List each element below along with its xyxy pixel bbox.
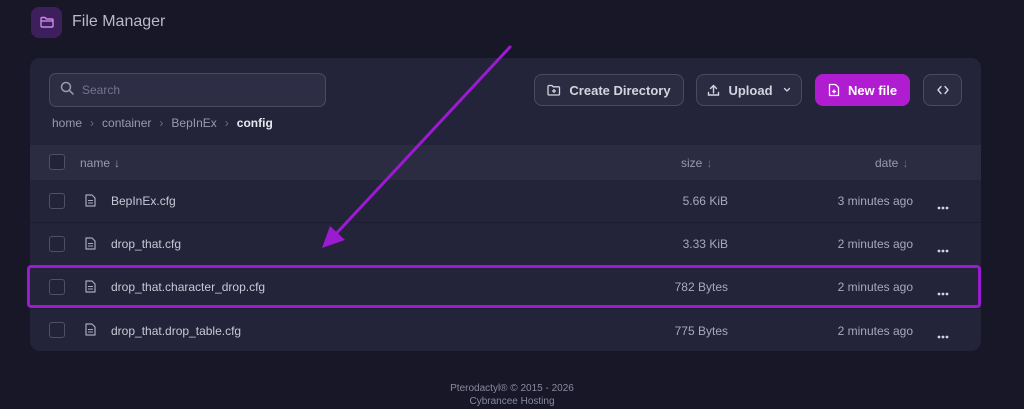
file-manager-page: File Manager Create Directory xyxy=(0,0,1024,409)
footer: Pterodactyl® © 2015 - 2026 Cybrancee Hos… xyxy=(0,382,1024,408)
footer-hosting: Cybrancee Hosting xyxy=(469,396,555,407)
annotation-arrow-icon xyxy=(322,45,512,248)
footer-copyright: Pterodactyl® © 2015 - 2026 xyxy=(450,383,574,394)
